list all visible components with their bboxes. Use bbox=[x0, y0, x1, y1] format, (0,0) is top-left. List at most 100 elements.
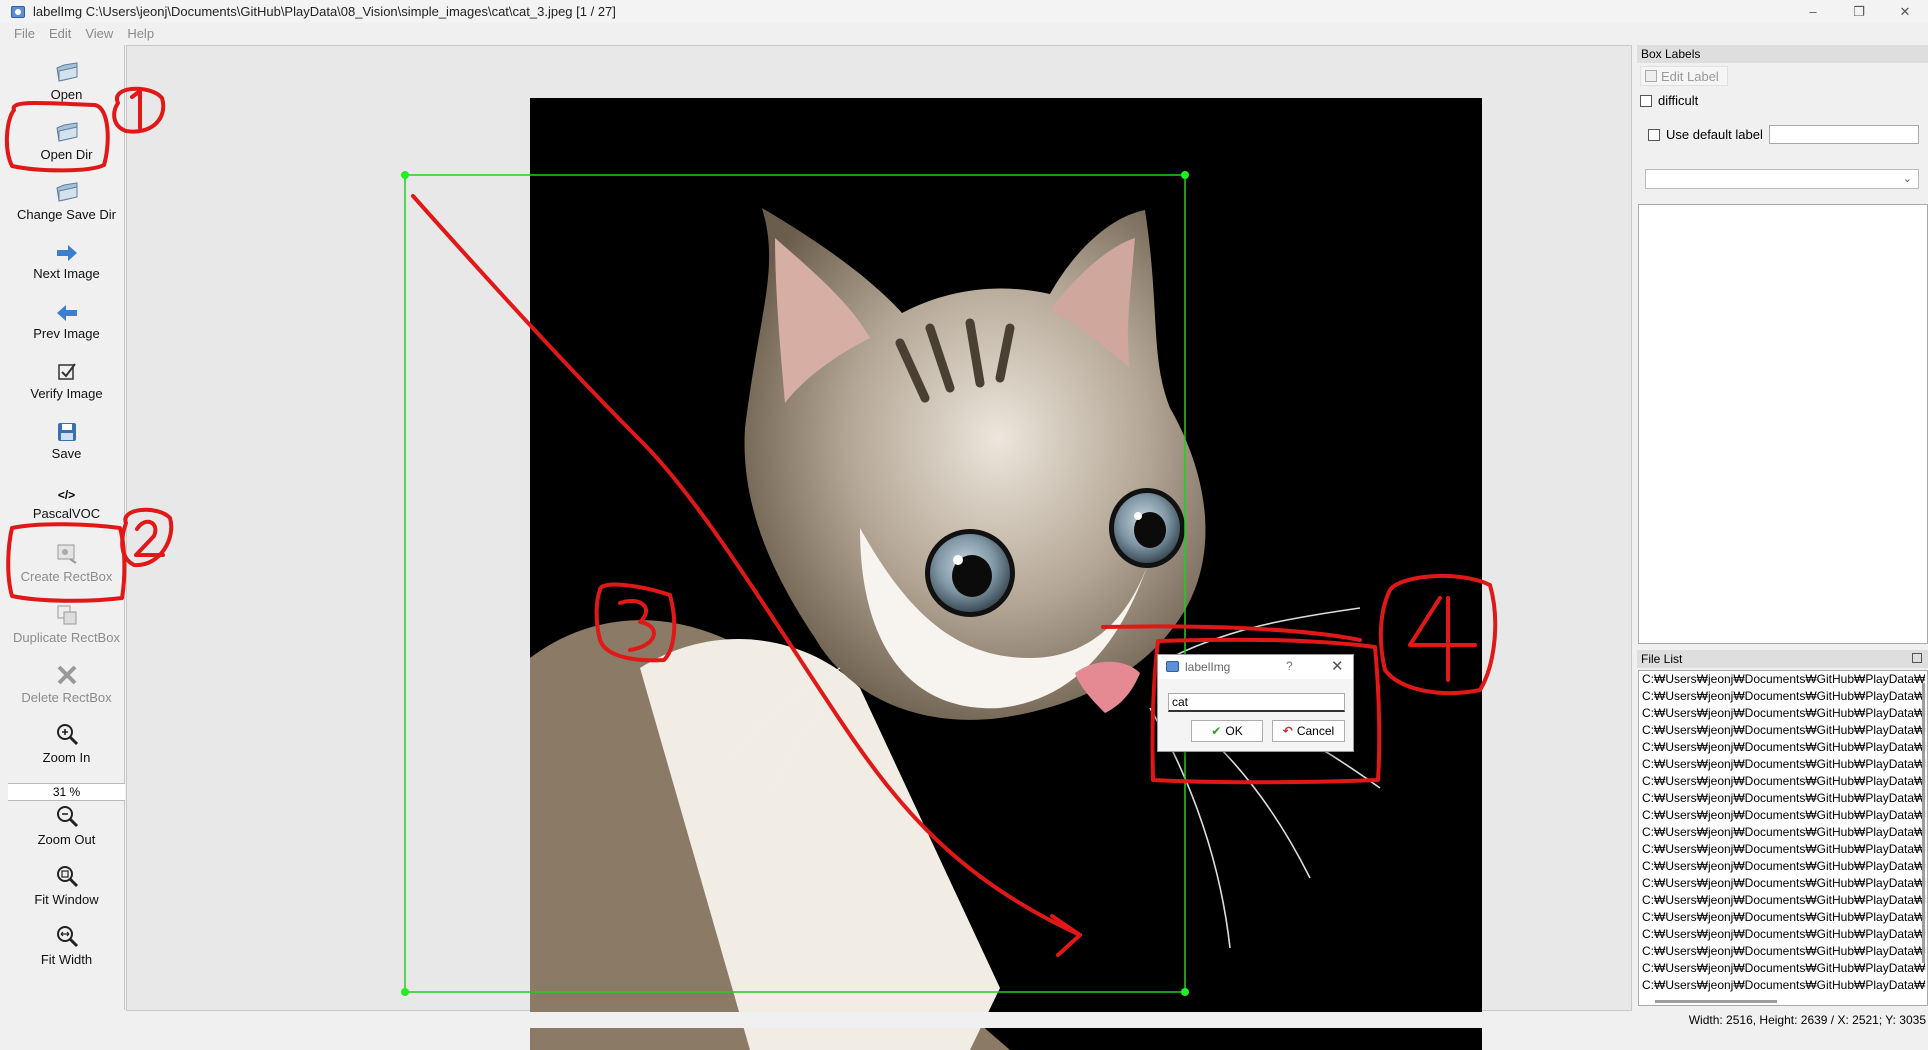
file-list-title-text: File List bbox=[1641, 652, 1683, 666]
format-button[interactable]: </> PascalVOC bbox=[8, 474, 125, 521]
checkmark-icon: ✔ bbox=[1211, 724, 1222, 738]
open-dir-button[interactable]: Open Dir bbox=[8, 115, 125, 162]
app-icon bbox=[1166, 661, 1179, 672]
next-image-label: Next Image bbox=[33, 266, 100, 281]
box-labels-title: Box Labels bbox=[1637, 45, 1928, 63]
file-list-item[interactable]: C:₩Users₩jeonj₩Documents₩GitHub₩PlayData… bbox=[1639, 671, 1927, 688]
prev-image-button[interactable]: Prev Image bbox=[8, 294, 125, 341]
difficult-checkbox[interactable]: difficult bbox=[1640, 93, 1698, 108]
left-toolbar: Open Open Dir Change Save Dir Next Image… bbox=[8, 45, 125, 1010]
zoom-level-spinbox[interactable]: 31 % bbox=[8, 783, 125, 801]
file-list-item[interactable]: C:₩Users₩jeonj₩Documents₩GitHub₩PlayData… bbox=[1639, 739, 1927, 756]
format-label: PascalVOC bbox=[32, 506, 101, 521]
delete-x-icon bbox=[56, 658, 78, 686]
duplicate-rectbox-label: Duplicate RectBox bbox=[13, 630, 120, 645]
label-list[interactable] bbox=[1638, 204, 1928, 644]
dialog-close-button[interactable]: ✕ bbox=[1331, 657, 1344, 675]
zoom-in-button[interactable]: Zoom In bbox=[8, 718, 125, 765]
file-list-item[interactable]: C:₩Users₩jeonj₩Documents₩GitHub₩PlayData… bbox=[1639, 756, 1927, 773]
dialog-titlebar: labelImg ? ✕ bbox=[1158, 655, 1353, 679]
file-list-item[interactable]: C:₩Users₩jeonj₩Documents₩GitHub₩PlayData… bbox=[1639, 688, 1927, 705]
delete-rectbox-label: Delete RectBox bbox=[21, 690, 112, 705]
change-save-dir-label: Change Save Dir bbox=[17, 207, 116, 222]
menu-bar: File Edit View Help bbox=[0, 23, 1928, 43]
arrow-left-icon bbox=[56, 294, 78, 322]
menu-file[interactable]: File bbox=[14, 26, 35, 41]
dialog-title: labelImg bbox=[1185, 660, 1231, 674]
status-bar: Width: 2516, Height: 2639 / X: 2521; Y: … bbox=[0, 1012, 1928, 1028]
app-icon bbox=[11, 5, 25, 18]
vertical-scrollbar[interactable] bbox=[1922, 683, 1925, 963]
change-save-dir-button[interactable]: Change Save Dir bbox=[8, 175, 125, 222]
use-default-label-checkbox[interactable]: Use default label bbox=[1648, 127, 1763, 142]
file-list-item[interactable]: C:₩Users₩jeonj₩Documents₩GitHub₩PlayData… bbox=[1639, 824, 1927, 841]
file-list-item[interactable]: C:₩Users₩jeonj₩Documents₩GitHub₩PlayData… bbox=[1639, 858, 1927, 875]
zoom-out-label: Zoom Out bbox=[37, 832, 96, 847]
maximize-button[interactable]: ❐ bbox=[1836, 0, 1882, 23]
next-image-button[interactable]: Next Image bbox=[8, 234, 125, 281]
fit-window-icon bbox=[55, 860, 79, 888]
use-default-label-box[interactable] bbox=[1648, 128, 1660, 141]
edit-label-button[interactable]: Edit Label bbox=[1640, 66, 1728, 86]
fit-window-button[interactable]: Fit Window bbox=[8, 860, 125, 907]
checkbox-icon bbox=[57, 354, 77, 382]
file-list-item[interactable]: C:₩Users₩jeonj₩Documents₩GitHub₩PlayData… bbox=[1639, 875, 1927, 892]
horizontal-scrollbar[interactable] bbox=[1655, 1000, 1777, 1003]
duplicate-rectbox-button[interactable]: Duplicate RectBox bbox=[8, 598, 125, 645]
minimize-button[interactable]: – bbox=[1790, 0, 1836, 23]
folder-icon bbox=[55, 175, 79, 203]
ok-button[interactable]: ✔ OK bbox=[1191, 720, 1263, 742]
save-button[interactable]: Save bbox=[8, 414, 125, 461]
close-button[interactable]: ✕ bbox=[1882, 0, 1928, 23]
zoom-in-label: Zoom In bbox=[42, 750, 91, 765]
file-list-item[interactable]: C:₩Users₩jeonj₩Documents₩GitHub₩PlayData… bbox=[1639, 705, 1927, 722]
help-button[interactable]: ? bbox=[1286, 659, 1293, 673]
undock-icon[interactable] bbox=[1912, 653, 1922, 663]
title-bar: labelImg C:\Users\jeonj\Documents\GitHub… bbox=[0, 0, 1928, 23]
menu-view[interactable]: View bbox=[85, 26, 113, 41]
edit-pencil-icon bbox=[1645, 70, 1657, 82]
difficult-checkbox-box[interactable] bbox=[1640, 94, 1652, 107]
use-default-label-text: Use default label bbox=[1666, 127, 1763, 142]
folder-icon bbox=[55, 115, 79, 143]
menu-edit[interactable]: Edit bbox=[49, 26, 71, 41]
open-dir-label: Open Dir bbox=[40, 147, 93, 162]
code-icon: </> bbox=[58, 474, 75, 502]
file-list-item[interactable]: C:₩Users₩jeonj₩Documents₩GitHub₩PlayData… bbox=[1639, 943, 1927, 960]
folder-icon bbox=[55, 55, 79, 83]
default-label-input[interactable] bbox=[1769, 125, 1919, 144]
prev-image-label: Prev Image bbox=[33, 326, 100, 341]
file-list-title: File List bbox=[1637, 650, 1928, 668]
file-list-item[interactable]: C:₩Users₩jeonj₩Documents₩GitHub₩PlayData… bbox=[1639, 722, 1927, 739]
cancel-button[interactable]: ↶ Cancel bbox=[1272, 720, 1345, 742]
zoom-in-icon bbox=[55, 718, 79, 746]
cat-image bbox=[530, 98, 1482, 1050]
create-rectbox-button[interactable]: Create RectBox bbox=[8, 537, 125, 584]
file-list-item[interactable]: C:₩Users₩jeonj₩Documents₩GitHub₩PlayData… bbox=[1639, 790, 1927, 807]
file-list-item[interactable]: C:₩Users₩jeonj₩Documents₩GitHub₩PlayData… bbox=[1639, 841, 1927, 858]
fit-width-button[interactable]: Fit Width bbox=[8, 920, 125, 967]
label-input[interactable]: cat bbox=[1168, 693, 1345, 712]
file-list-item[interactable]: C:₩Users₩jeonj₩Documents₩GitHub₩PlayData… bbox=[1639, 960, 1927, 977]
verify-image-label: Verify Image bbox=[30, 386, 103, 401]
file-list-item[interactable]: C:₩Users₩jeonj₩Documents₩GitHub₩PlayData… bbox=[1639, 977, 1927, 994]
label-combobox[interactable]: ⌄ bbox=[1645, 169, 1919, 189]
box-labels-dock: Box Labels Edit Label difficult Use defa… bbox=[1637, 45, 1928, 645]
file-list-item[interactable]: C:₩Users₩jeonj₩Documents₩GitHub₩PlayData… bbox=[1639, 926, 1927, 943]
cancel-label: Cancel bbox=[1296, 724, 1335, 738]
image-canvas[interactable] bbox=[126, 45, 1632, 1050]
file-list[interactable]: C:₩Users₩jeonj₩Documents₩GitHub₩PlayData… bbox=[1638, 670, 1928, 1006]
file-list-item[interactable]: C:₩Users₩jeonj₩Documents₩GitHub₩PlayData… bbox=[1639, 807, 1927, 824]
file-list-item[interactable]: C:₩Users₩jeonj₩Documents₩GitHub₩PlayData… bbox=[1639, 892, 1927, 909]
zoom-out-icon bbox=[55, 800, 79, 828]
menu-help[interactable]: Help bbox=[127, 26, 154, 41]
open-button[interactable]: Open bbox=[8, 55, 125, 102]
zoom-out-button[interactable]: Zoom Out bbox=[8, 800, 125, 847]
delete-rectbox-button[interactable]: Delete RectBox bbox=[8, 658, 125, 705]
window-controls: – ❐ ✕ bbox=[1790, 0, 1928, 23]
edit-label-text: Edit Label bbox=[1661, 69, 1719, 84]
file-list-item[interactable]: C:₩Users₩jeonj₩Documents₩GitHub₩PlayData… bbox=[1639, 909, 1927, 926]
difficult-label: difficult bbox=[1658, 93, 1699, 108]
verify-image-button[interactable]: Verify Image bbox=[8, 354, 125, 401]
file-list-item[interactable]: C:₩Users₩jeonj₩Documents₩GitHub₩PlayData… bbox=[1639, 773, 1927, 790]
